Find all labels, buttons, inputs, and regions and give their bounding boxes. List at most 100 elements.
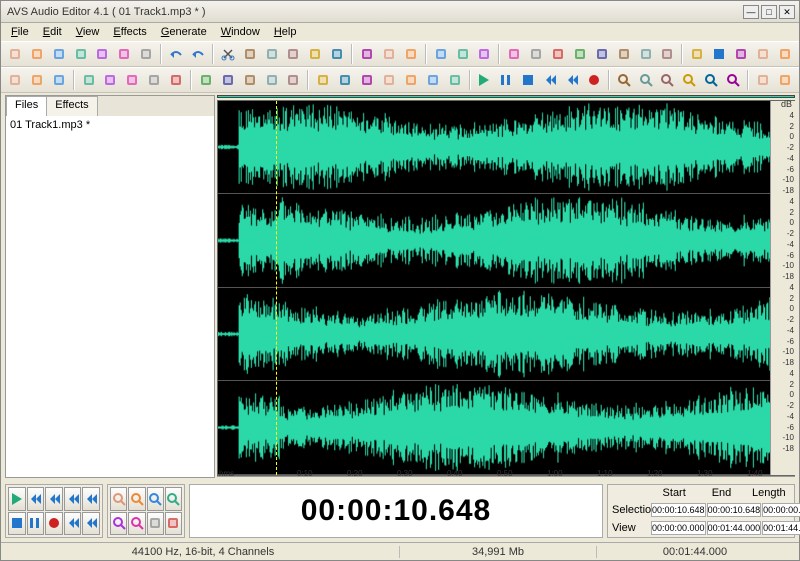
spectrum-icon[interactable] bbox=[753, 44, 773, 64]
menu-help[interactable]: Help bbox=[268, 25, 303, 39]
options-icon[interactable] bbox=[431, 44, 451, 64]
marker-mix-icon[interactable] bbox=[401, 44, 421, 64]
filter-band-icon[interactable] bbox=[240, 70, 260, 90]
track-channel-4[interactable] bbox=[218, 381, 794, 475]
envelope-square-icon[interactable] bbox=[101, 70, 121, 90]
rewind-icon[interactable] bbox=[562, 70, 582, 90]
view-end[interactable]: 00:01:44.000 bbox=[707, 521, 762, 535]
save-as-icon[interactable] bbox=[71, 44, 91, 64]
time-stretch-icon[interactable] bbox=[687, 44, 707, 64]
pitch-icon[interactable] bbox=[731, 44, 751, 64]
filter-notch-icon[interactable] bbox=[262, 70, 282, 90]
zoom-vert-out-icon[interactable] bbox=[723, 70, 743, 90]
select-tool-icon[interactable] bbox=[27, 70, 47, 90]
zoom-in-icon[interactable] bbox=[110, 487, 127, 511]
invert-icon[interactable] bbox=[636, 44, 656, 64]
file-item[interactable]: 01 Track1.mp3 * bbox=[8, 118, 212, 132]
amplify-icon[interactable] bbox=[548, 44, 568, 64]
selection-length[interactable]: 00:00:00.000 bbox=[762, 503, 800, 517]
delete-icon[interactable] bbox=[284, 44, 304, 64]
normalize-icon[interactable] bbox=[570, 44, 590, 64]
zoom-sel-icon[interactable] bbox=[147, 487, 164, 511]
fit-h-icon[interactable] bbox=[147, 512, 164, 536]
import-icon[interactable] bbox=[114, 44, 134, 64]
zoom-full-icon[interactable] bbox=[165, 487, 182, 511]
loop-icon[interactable] bbox=[540, 70, 560, 90]
menu-view[interactable]: View bbox=[70, 25, 106, 39]
prev-icon[interactable] bbox=[64, 487, 82, 511]
dtmf-gen-icon[interactable] bbox=[445, 70, 465, 90]
compressor-icon[interactable] bbox=[592, 44, 612, 64]
envelope-tri-icon[interactable] bbox=[122, 70, 142, 90]
zoom-full-icon[interactable] bbox=[679, 70, 699, 90]
preferences-icon[interactable] bbox=[453, 44, 473, 64]
view-start[interactable]: 00:00:00.000 bbox=[651, 521, 706, 535]
open-file-icon[interactable] bbox=[27, 44, 47, 64]
menu-effects[interactable]: Effects bbox=[107, 25, 152, 39]
maximize-button[interactable]: □ bbox=[761, 5, 777, 19]
menu-window[interactable]: Window bbox=[215, 25, 266, 39]
fit-vertical-icon[interactable] bbox=[775, 70, 795, 90]
zoom-vert-in-icon[interactable] bbox=[701, 70, 721, 90]
redo-icon[interactable] bbox=[188, 44, 208, 64]
stop-icon[interactable] bbox=[8, 512, 26, 536]
envelope-saw-icon[interactable] bbox=[144, 70, 164, 90]
rewind-icon[interactable] bbox=[45, 487, 63, 511]
fit-v-icon[interactable] bbox=[165, 512, 182, 536]
fade-in-icon[interactable] bbox=[504, 44, 524, 64]
zoom-out-icon[interactable] bbox=[636, 70, 656, 90]
close-button[interactable]: ✕ bbox=[779, 5, 795, 19]
play-icon[interactable] bbox=[8, 487, 26, 511]
fit-window-icon[interactable] bbox=[753, 70, 773, 90]
crop-icon[interactable] bbox=[305, 44, 325, 64]
track-channel-3[interactable] bbox=[218, 288, 794, 382]
selection-start[interactable]: 00:00:10.648 bbox=[651, 503, 706, 517]
menu-edit[interactable]: Edit bbox=[37, 25, 68, 39]
marker-range-icon[interactable] bbox=[379, 44, 399, 64]
track-channel-1[interactable] bbox=[218, 101, 794, 195]
save-all-icon[interactable] bbox=[93, 44, 113, 64]
loop-icon[interactable] bbox=[27, 487, 45, 511]
overview-bar[interactable] bbox=[217, 95, 795, 98]
timeline-ruler[interactable]: hms 0:100:200:300:400:501:001:101:201:30… bbox=[217, 476, 795, 478]
play-icon[interactable] bbox=[475, 70, 495, 90]
silence-gen-icon[interactable] bbox=[379, 70, 399, 90]
filter-high-icon[interactable] bbox=[218, 70, 238, 90]
filter-low-icon[interactable] bbox=[196, 70, 216, 90]
menu-file[interactable]: File bbox=[5, 25, 35, 39]
waveform-tracks[interactable]: dB 420-2-4-6-10-18420-2-4-6-10-18420-2-4… bbox=[217, 100, 795, 476]
record-icon[interactable] bbox=[45, 512, 63, 536]
view-length[interactable]: 00:01:44.000 bbox=[762, 521, 800, 535]
tab-files[interactable]: Files bbox=[6, 96, 47, 116]
zoom-in-icon[interactable] bbox=[614, 70, 634, 90]
zoom-out-icon[interactable] bbox=[128, 487, 145, 511]
fx-chorus-icon[interactable] bbox=[335, 70, 355, 90]
equalizer-icon[interactable] bbox=[614, 44, 634, 64]
cut-icon[interactable] bbox=[218, 44, 238, 64]
pan-tool-icon[interactable] bbox=[5, 70, 25, 90]
next-icon[interactable] bbox=[82, 487, 100, 511]
reverse-icon[interactable] bbox=[658, 44, 678, 64]
track-channel-2[interactable] bbox=[218, 194, 794, 288]
marker-add-icon[interactable] bbox=[357, 44, 377, 64]
record-icon[interactable] bbox=[584, 70, 604, 90]
new-file-icon[interactable] bbox=[5, 44, 25, 64]
fx-phase-icon[interactable] bbox=[313, 70, 333, 90]
properties-icon[interactable] bbox=[136, 44, 156, 64]
tone-gen-icon[interactable] bbox=[401, 70, 421, 90]
skip-back-icon[interactable] bbox=[64, 512, 82, 536]
tab-effects[interactable]: Effects bbox=[46, 96, 97, 116]
envelope-sine-icon[interactable] bbox=[79, 70, 99, 90]
undo-icon[interactable] bbox=[166, 44, 186, 64]
zoom-vin-icon[interactable] bbox=[110, 512, 127, 536]
fx-flange-icon[interactable] bbox=[284, 70, 304, 90]
zoom-sel-icon[interactable] bbox=[658, 70, 678, 90]
menu-generate[interactable]: Generate bbox=[155, 25, 213, 39]
zoom-vout-icon[interactable] bbox=[128, 512, 145, 536]
minimize-button[interactable]: — bbox=[743, 5, 759, 19]
noise-gen-icon[interactable] bbox=[357, 70, 377, 90]
chirp-gen-icon[interactable] bbox=[423, 70, 443, 90]
macros-icon[interactable] bbox=[475, 44, 495, 64]
paste-icon[interactable] bbox=[262, 44, 282, 64]
mix-paste-icon[interactable] bbox=[327, 44, 347, 64]
